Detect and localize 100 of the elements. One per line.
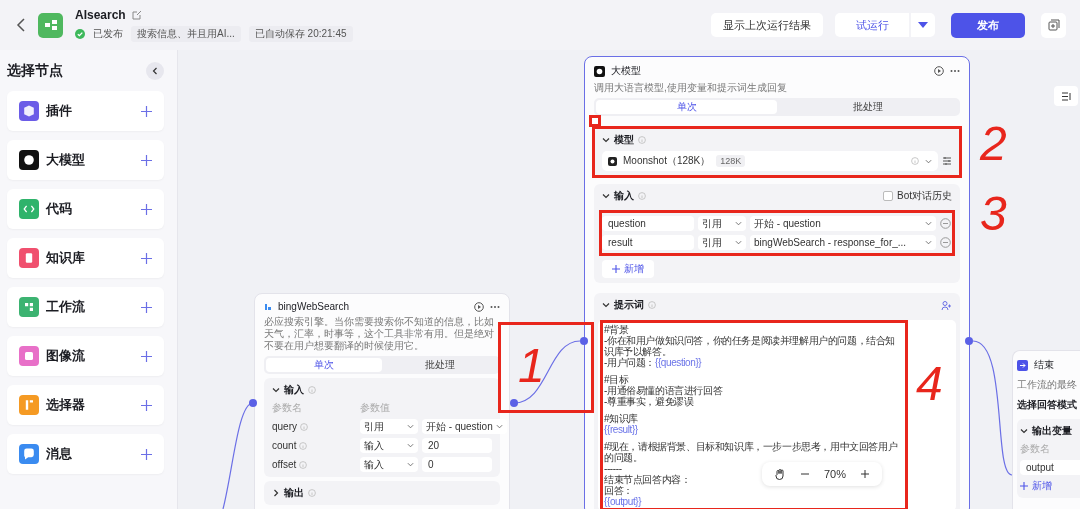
prompt-line: #背景 xyxy=(604,324,629,335)
section-title: 模型 xyxy=(614,133,634,147)
chevron-icon[interactable] xyxy=(602,192,610,200)
settings-icon[interactable] xyxy=(942,156,952,166)
annotation-number: 1 xyxy=(518,342,545,390)
back-icon[interactable] xyxy=(16,18,26,32)
node-description: 必应搜索引擎。当你需要搜索你不知道的信息，比如天气，汇率，时事等，这个工具非常有用。但是绝对不要在用户想要翻译的时候使用它。 xyxy=(264,316,495,352)
chevron-icon[interactable] xyxy=(1020,427,1028,435)
autosave-time: 已自动保存 20:21:45 xyxy=(248,26,353,42)
variable-name-field[interactable]: result xyxy=(602,235,694,250)
section-title: 输出 xyxy=(284,486,304,500)
mode-tab[interactable]: 批处理 xyxy=(777,100,958,114)
caret-icon xyxy=(495,423,503,430)
hand-icon[interactable] xyxy=(774,468,786,480)
annotation-marker xyxy=(589,115,601,127)
test-run-button[interactable]: 试运行 xyxy=(835,13,909,37)
more-icon[interactable] xyxy=(950,69,960,73)
chevron-icon[interactable] xyxy=(602,136,610,144)
mode-tab[interactable]: 单次 xyxy=(596,100,777,114)
add-button[interactable]: 新增 xyxy=(1020,479,1052,493)
chevron-icon[interactable] xyxy=(272,489,280,497)
copy-icon xyxy=(1047,19,1060,31)
mode-select[interactable]: 引用 xyxy=(698,235,746,250)
add-icon[interactable] xyxy=(141,252,152,264)
section-title: 输出变量 xyxy=(1032,424,1072,438)
model-select[interactable]: Moonshot（128K） 128K xyxy=(602,151,938,171)
value-select[interactable]: bingWebSearch - response_for_... xyxy=(750,235,936,250)
panel-title: 选择节点 xyxy=(7,62,63,80)
connection-handle[interactable] xyxy=(965,337,973,345)
prompt-line: {{output}} xyxy=(604,496,642,507)
info-icon xyxy=(299,460,308,469)
mode-select[interactable]: 引用 xyxy=(360,419,418,434)
end-node[interactable]: 结束 工作流的最终 选择回答模式 输出变量 参数名 output 新增 xyxy=(1012,350,1080,509)
section-title: 输入 xyxy=(284,383,304,397)
add-button[interactable]: 新增 xyxy=(602,260,654,278)
show-last-result-button[interactable]: 显示上次运行结果 xyxy=(711,13,823,37)
llm-node[interactable] xyxy=(584,56,970,509)
annotation-number: 4 xyxy=(916,360,943,408)
node-type-item[interactable]: 图像流 xyxy=(7,336,164,376)
variable-name-field[interactable]: question xyxy=(602,216,694,231)
add-icon[interactable] xyxy=(141,154,152,166)
chevron-icon[interactable] xyxy=(602,301,610,309)
mode-select[interactable]: 引用 xyxy=(698,216,746,231)
mode-tab[interactable]: 批处理 xyxy=(382,358,498,372)
plugin-node[interactable]: bingWebSearch 必应搜索引擎。当你需要搜索你不知道的信息，比如天气，汇率，时事等，这个工具非常有用。但是绝对不要在用户想要翻译的时候使用它。 单次 批处理 输入 参数名 参数值 query 引用 开始 - question count 输入 20 offset 输入 0 输出 xyxy=(254,293,510,509)
column-header: 参数值 xyxy=(360,401,391,415)
run-icon[interactable] xyxy=(934,66,944,76)
add-icon[interactable] xyxy=(141,203,152,215)
node-type-item[interactable]: 代码 xyxy=(7,189,164,229)
param-name: offset xyxy=(272,459,356,470)
value-field[interactable]: 0 xyxy=(422,457,492,472)
add-icon[interactable] xyxy=(141,399,152,411)
value-select[interactable]: 开始 - question xyxy=(750,216,936,231)
connection-handle[interactable] xyxy=(249,399,257,407)
node-description: 调用大语言模型,使用变量和提示词生成回复 xyxy=(594,82,788,94)
edit-icon[interactable] xyxy=(131,10,142,20)
param-name: query xyxy=(272,421,356,432)
people-icon[interactable] xyxy=(941,299,952,311)
list-icon xyxy=(1060,91,1072,101)
add-icon[interactable] xyxy=(141,105,152,117)
prompt-line: -尊重事实，避免谬误 xyxy=(604,396,694,407)
node-type-item[interactable]: 工作流 xyxy=(7,287,164,327)
node-type-item[interactable]: 消息 xyxy=(7,434,164,474)
publish-status: 已发布 xyxy=(93,27,123,41)
node-type-item[interactable]: 选择器 xyxy=(7,385,164,425)
node-type-item[interactable]: 大模型 xyxy=(7,140,164,180)
add-icon[interactable] xyxy=(141,448,152,460)
publish-button[interactable]: 发布 xyxy=(951,12,1025,38)
zoom-in-icon[interactable] xyxy=(860,469,871,479)
prompt-line: #知识库 xyxy=(604,407,638,424)
mode-select[interactable]: 输入 xyxy=(360,457,418,472)
chevron-icon[interactable] xyxy=(272,386,280,394)
run-icon[interactable] xyxy=(474,301,484,312)
history-checkbox[interactable] xyxy=(883,191,893,201)
column-header: 参数名 xyxy=(1020,442,1051,456)
caret-icon xyxy=(407,423,414,430)
annotation-number: 2 xyxy=(980,120,1007,168)
node-title: 结束 xyxy=(1034,358,1055,372)
column-header: 参数名 xyxy=(272,401,303,415)
node-type-item[interactable]: 插件 xyxy=(7,91,164,131)
more-icon[interactable] xyxy=(490,304,500,309)
add-icon[interactable] xyxy=(141,301,152,313)
collapse-button[interactable] xyxy=(146,62,164,80)
mode-tab[interactable]: 单次 xyxy=(266,358,382,372)
test-run-dropdown[interactable] xyxy=(911,13,935,37)
chevron-icon xyxy=(151,67,159,75)
value-field[interactable]: 20 xyxy=(422,438,492,453)
connection-handle[interactable] xyxy=(580,337,588,345)
connection-handle[interactable] xyxy=(510,399,518,407)
add-icon[interactable] xyxy=(141,350,152,362)
remove-icon[interactable] xyxy=(940,218,951,229)
remove-icon[interactable] xyxy=(940,237,951,248)
mode-select[interactable]: 输入 xyxy=(360,438,418,453)
variable-name-field[interactable]: output xyxy=(1020,460,1080,475)
caret-icon xyxy=(925,220,932,227)
info-icon xyxy=(299,441,308,450)
node-type-item[interactable]: 知识库 xyxy=(7,238,164,278)
annotation-number: 3 xyxy=(980,190,1007,238)
copy-button[interactable] xyxy=(1041,12,1066,38)
panel-toggle-button[interactable] xyxy=(1054,86,1078,106)
